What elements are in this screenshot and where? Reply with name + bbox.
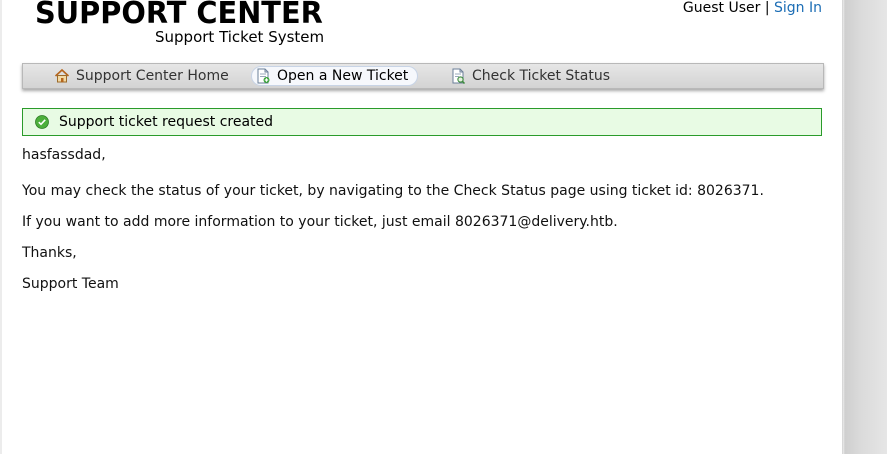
greeting: hasfassdad, — [22, 147, 106, 163]
alert-message: Support ticket request created — [59, 114, 274, 130]
logo-title: SUPPORT CENTER — [35, 0, 323, 31]
logo-subtitle: Support Ticket System — [155, 28, 325, 46]
nav-check-ticket-status[interactable]: Check Ticket Status — [447, 66, 619, 86]
logo[interactable]: SUPPORT CENTER Support Ticket System — [35, 0, 335, 50]
status-info: You may check the status of your ticket,… — [22, 183, 764, 199]
thanks-text: Thanks, — [22, 245, 77, 261]
nav-bar: Support Center Home Open a New Ticket Ch… — [22, 63, 824, 89]
nav-open-new-ticket[interactable]: Open a New Ticket — [251, 66, 419, 86]
nav-label: Support Center Home — [76, 68, 229, 84]
nav-label: Check Ticket Status — [472, 68, 610, 84]
nav-support-center-home[interactable]: Support Center Home — [51, 66, 238, 86]
new-ticket-icon — [255, 68, 271, 84]
success-alert: Support ticket request created — [22, 108, 822, 136]
user-separator: | — [764, 0, 770, 16]
nav-label: Open a New Ticket — [277, 68, 409, 84]
guest-user-label: Guest User — [682, 0, 761, 16]
page-container: SUPPORT CENTER Support Ticket System Gue… — [2, 0, 843, 454]
signature: Support Team — [22, 276, 119, 292]
success-check-icon — [35, 115, 49, 129]
sign-in-link[interactable]: Sign In — [774, 0, 822, 16]
email-info: If you want to add more information to y… — [22, 214, 618, 230]
user-info: Guest User | Sign In — [683, 0, 822, 16]
home-icon — [54, 68, 70, 84]
ticket-status-icon — [450, 68, 466, 85]
